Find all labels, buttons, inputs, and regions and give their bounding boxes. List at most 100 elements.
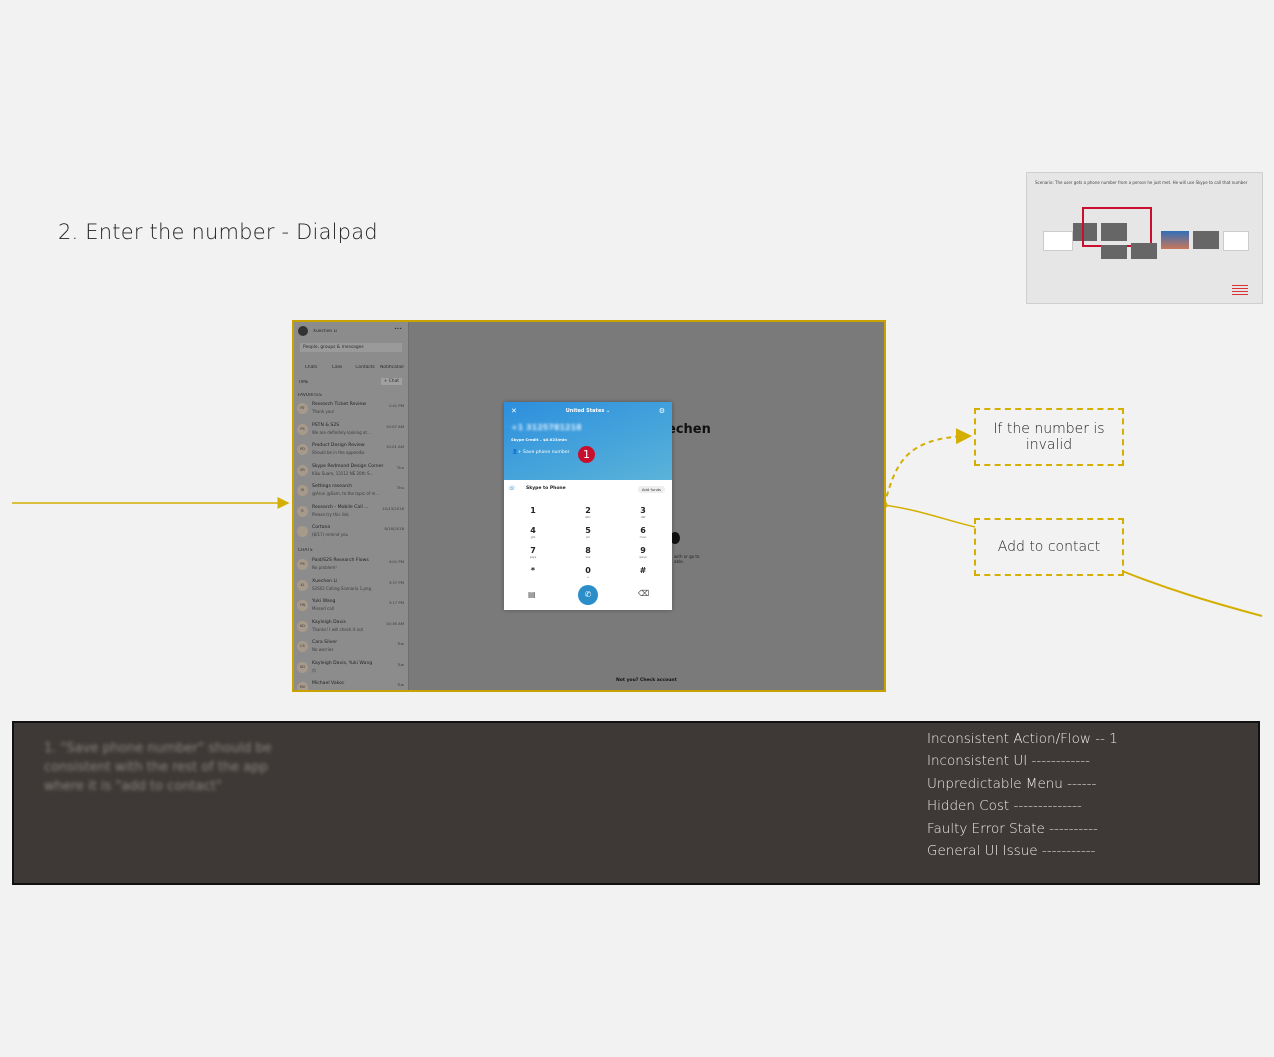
dialpad-key-3[interactable]: 3 def — [628, 506, 658, 519]
dialpad-key-2[interactable]: 2 abc — [573, 506, 603, 519]
dialpad-key-4[interactable]: 4 ghi — [518, 526, 548, 539]
key-letters: mno — [639, 535, 647, 539]
invalid-number-note: If the number is invalid — [974, 408, 1124, 466]
more-icon[interactable]: ••• — [394, 327, 402, 332]
add-person-icon: 👤+ — [512, 450, 524, 455]
avatar: XL — [297, 579, 308, 591]
avatar — [297, 526, 308, 537]
favorite-item[interactable]: Cortana (8/17) remind you 8/18/2018 — [294, 523, 408, 541]
backspace-icon[interactable]: ⌫ — [638, 589, 649, 598]
category-hidden-cost: Hidden Cost -------------- — [927, 798, 1082, 814]
skype-screenshot: Xuechen Li ••• People, groups & messages… — [292, 320, 886, 692]
avatar: RT — [297, 403, 308, 414]
chat-item[interactable]: YW Yuki Wang Missed call 3:17 PM — [294, 597, 408, 615]
favorite-time: 10/13/2018 — [382, 505, 404, 511]
favorite-name: Settings research — [312, 484, 353, 489]
key-digit: 0 — [585, 566, 591, 575]
nav-chats-icon[interactable]: Chats — [302, 365, 320, 370]
avatar: KD — [297, 661, 308, 673]
dialpad-key-1[interactable]: 1 — [518, 506, 548, 515]
favorite-item[interactable]: PS PSTN & S2S We are definitely looking at… — [294, 421, 408, 439]
favorite-item[interactable]: R Research - Mobile Call ... Please try th… — [294, 503, 408, 521]
avatar: PD — [297, 444, 308, 455]
chat-name: Cara Silver — [312, 640, 338, 645]
avatar: KD — [297, 620, 308, 632]
save-phone-number-button[interactable]: 👤+ Save phone number — [512, 450, 570, 455]
search-input[interactable]: People, groups & messages — [300, 343, 402, 352]
favorite-item[interactable]: SR Skype Redmond Design Corner Kiku Suam, … — [294, 462, 408, 480]
favorite-name: Cortana — [312, 525, 331, 530]
favorite-preview: Thank you! — [312, 409, 335, 414]
check-account-link[interactable]: Not you? Check account — [616, 678, 677, 683]
skype-sidebar: Xuechen Li ••• People, groups & messages… — [294, 322, 409, 690]
dialpad-key-star[interactable]: * — [518, 566, 548, 575]
chat-preview: No worries — [312, 647, 334, 652]
avatar: R — [297, 505, 308, 517]
save-phone-number-label: Save phone number — [523, 450, 570, 455]
favorite-preview: (8/17) remind you — [312, 532, 349, 537]
nav-contacts-icon[interactable]: Contacts — [354, 365, 376, 370]
chat-time: Tue — [397, 682, 405, 687]
chat-item[interactable]: CS Cara Silver No worries Tue — [294, 638, 408, 656]
favorite-time: 8/18/2018 — [384, 526, 404, 531]
favorite-preview: Please try this link — [312, 511, 349, 517]
dialpad-key-8[interactable]: 8 tuv — [573, 546, 603, 559]
skype-to-phone-icon: ☏ — [508, 485, 516, 492]
nav-calls-icon[interactable]: Calls — [328, 365, 346, 370]
add-funds-button[interactable]: Add funds — [637, 486, 665, 493]
favorite-preview: @Arun @Sam, to the topic of m... — [312, 491, 380, 496]
key-digit: 6 — [640, 526, 646, 535]
gear-icon[interactable]: ⚙ — [659, 407, 665, 415]
category-faulty-error-state: Faulty Error State ---------- — [927, 821, 1098, 837]
chat-time: 3:17 PM — [388, 600, 404, 605]
issue-badge: 1 — [578, 446, 595, 463]
favorite-name: PSTN & S2S — [312, 422, 340, 428]
chat-name: Kayleigh Davis — [312, 619, 346, 625]
contacts-book-icon[interactable]: ▤ — [528, 590, 536, 599]
chat-preview: Missed call — [312, 606, 334, 611]
chat-item[interactable]: KD Kayleigh Davis, Yuki Wang 😊 Tue — [294, 659, 408, 677]
chat-time: Tue — [397, 641, 405, 646]
section-favorites-label: FAVORITES — [298, 393, 322, 398]
dialpad-modal: ✕ United States ⌄ ⚙ +1 3125781218 Skype … — [504, 402, 672, 610]
dialpad-key-9[interactable]: 9 wxyz — [628, 546, 658, 559]
user-avatar[interactable] — [298, 326, 308, 336]
chat-preview: Thanks! I will check it out — [312, 626, 364, 632]
country-selector[interactable]: United States ⌄ — [504, 408, 672, 414]
chat-item[interactable]: PS Paid/S2S Research Flows No problem! 4:01… — [294, 556, 408, 574]
chat-name: Paid/S2S Research Flows — [312, 558, 369, 563]
chat-preview: No problem! — [312, 565, 337, 570]
chat-item[interactable]: KD Kayleigh Davis Thanks! I will check it … — [294, 618, 408, 636]
favorite-item[interactable]: SI Settings research @Arun @Sam, to the to… — [294, 482, 408, 500]
dialpad-key-5[interactable]: 5 jkl — [573, 526, 603, 539]
dialpad-key-hash[interactable]: # — [628, 566, 658, 575]
issue-note: 1. "Save phone number" should be consist… — [44, 741, 272, 794]
sidebar-user-name: Xuechen Li — [313, 329, 338, 334]
dialpad-key-6[interactable]: 6 mno — [628, 526, 658, 539]
dialpad-header: ✕ United States ⌄ ⚙ +1 3125781218 Skype … — [504, 402, 672, 480]
call-button[interactable]: ✆ — [578, 585, 598, 605]
phone-number-display[interactable]: +1 3125781218 — [511, 423, 582, 432]
dialpad-key-7[interactable]: 7 pqrs — [518, 546, 548, 559]
avatar: CS — [297, 641, 308, 652]
chat-item[interactable]: XL Xuechen Li S2S03 Calling Scenario 1.png… — [294, 577, 408, 595]
favorite-item[interactable]: PD Product Design Review Should be in the … — [294, 441, 408, 459]
nav-notifications-icon[interactable]: Notifications — [380, 365, 404, 370]
chat-item[interactable]: MV Michael Vakoc Tue — [294, 679, 408, 690]
key-digit: 4 — [530, 526, 536, 535]
key-digit: 2 — [585, 506, 591, 515]
favorite-name: Product Design Review — [312, 443, 365, 448]
key-digit: # — [639, 566, 647, 575]
chat-name: Kayleigh Davis, Yuki Wang — [312, 660, 373, 666]
favorite-name: Research Ticket Review — [312, 402, 366, 407]
dialpad-key-0[interactable]: 0 + — [573, 566, 603, 579]
favorite-time: 1:41 PM — [388, 403, 404, 408]
key-letters: wxyz — [639, 555, 647, 559]
issues-panel: 1. "Save phone number" should be consist… — [12, 721, 1260, 885]
new-chat-button[interactable]: + Chat — [380, 378, 402, 385]
favorite-time: 10:07 AM — [385, 423, 404, 429]
favorite-preview: Should be in the appendix — [312, 450, 365, 455]
favorite-item[interactable]: RT Research Ticket Review Thank you! 1:41 P… — [294, 400, 408, 418]
key-digit: * — [530, 566, 536, 575]
favorite-preview: We are definitely looking at... — [312, 429, 371, 435]
